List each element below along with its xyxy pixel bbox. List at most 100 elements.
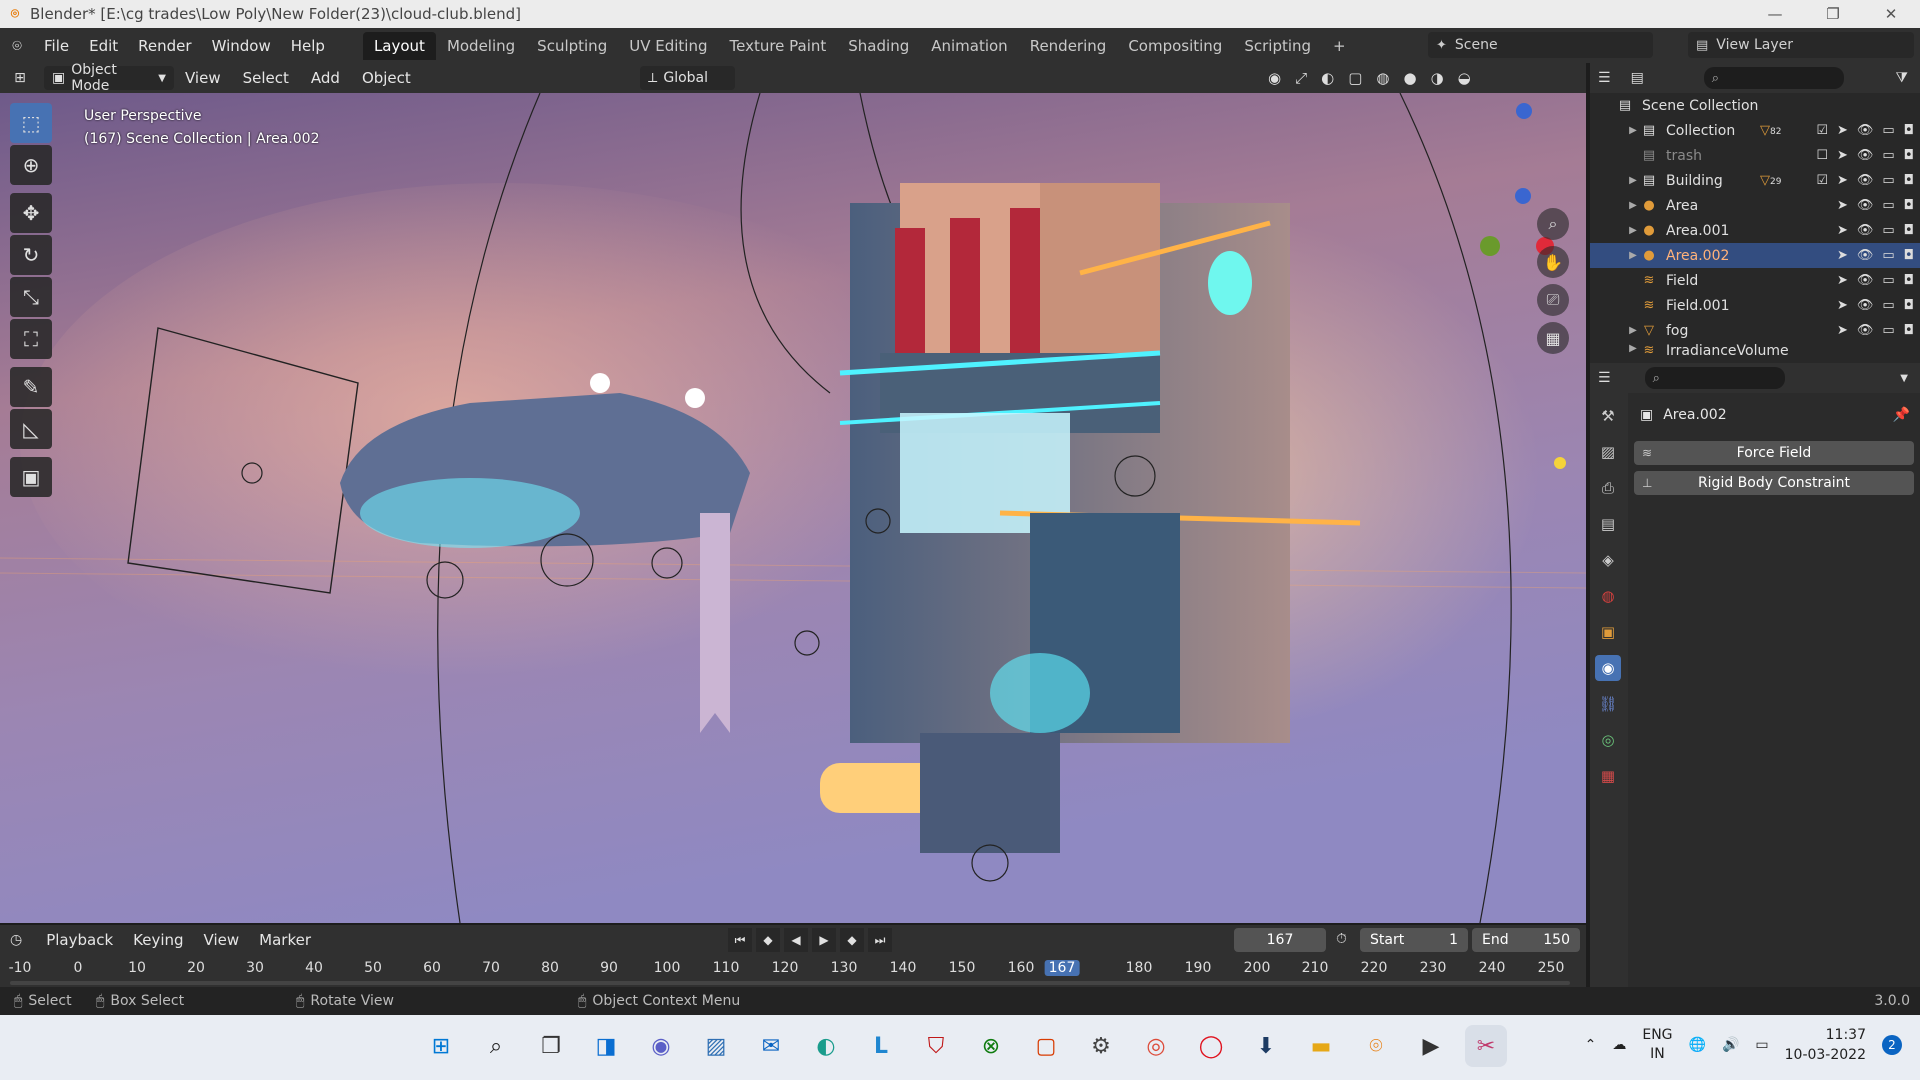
- play-icon[interactable]: ▶: [812, 928, 836, 952]
- eye-icon[interactable]: 👁: [1857, 273, 1874, 288]
- select-arrow-icon[interactable]: ➤: [1837, 123, 1848, 138]
- task-view-icon[interactable]: ❐: [530, 1025, 572, 1067]
- installer-icon[interactable]: ⬇: [1245, 1025, 1287, 1067]
- monitor-icon[interactable]: ▭: [1882, 248, 1894, 263]
- tool-tab-icon[interactable]: ⚒: [1595, 403, 1621, 429]
- transform-tool-icon[interactable]: ⛶: [10, 319, 52, 359]
- gizmo-icon[interactable]: ⤢: [1295, 69, 1307, 87]
- blender-icon[interactable]: ⌾: [1355, 1025, 1397, 1067]
- material-shading-icon[interactable]: ◑: [1431, 69, 1444, 87]
- mode-dropdown[interactable]: ▣ Object Mode ▼: [44, 62, 174, 94]
- play-reverse-icon[interactable]: ◀: [784, 928, 808, 952]
- jump-end-icon[interactable]: ⏭: [868, 928, 892, 952]
- eye-icon[interactable]: 👁: [1857, 173, 1874, 188]
- tab-animation[interactable]: Animation: [920, 32, 1018, 60]
- teams-chat-icon[interactable]: ◉: [640, 1025, 682, 1067]
- properties-search-input[interactable]: ⌕: [1644, 367, 1785, 389]
- cursor-tool-icon[interactable]: ⊕: [10, 145, 52, 185]
- playhead-frame[interactable]: 167: [1044, 960, 1080, 976]
- chrome-icon[interactable]: ◎: [1135, 1025, 1177, 1067]
- menu-render[interactable]: Render: [128, 37, 201, 55]
- volume-icon[interactable]: 🔊: [1722, 1037, 1739, 1053]
- camera-icon[interactable]: ◘: [1904, 273, 1914, 288]
- eye-icon[interactable]: 👁: [1857, 223, 1874, 238]
- menu-object[interactable]: Object: [351, 69, 422, 87]
- output-tab-icon[interactable]: ⎙: [1595, 475, 1621, 501]
- timeline-ruler[interactable]: -10 0 10 20 30 40 50 60 70 80 90 100 110…: [0, 957, 1586, 979]
- expand-arrow-icon[interactable]: ▶: [1626, 200, 1640, 211]
- outliner-row-building[interactable]: ▶ ▤ Building ▽29 ☑ ➤ 👁 ▭ ◘: [1590, 168, 1920, 193]
- outliner-root[interactable]: ▤ Scene Collection: [1590, 93, 1920, 118]
- l-app-icon[interactable]: L: [860, 1025, 902, 1067]
- checkbox-icon[interactable]: ☐: [1816, 148, 1828, 163]
- solid-shading-icon[interactable]: ●: [1403, 69, 1416, 87]
- photos-icon[interactable]: ▨: [695, 1025, 737, 1067]
- edge-browser-icon[interactable]: ◐: [805, 1025, 847, 1067]
- menu-marker[interactable]: Marker: [249, 931, 321, 949]
- blender-menu-icon[interactable]: ⌾: [0, 36, 34, 56]
- render-tab-icon[interactable]: ▨: [1595, 439, 1621, 465]
- tab-layout[interactable]: Layout: [362, 31, 436, 60]
- chevron-up-icon[interactable]: ⌃: [1585, 1037, 1597, 1053]
- camera-icon[interactable]: ◘: [1904, 298, 1914, 313]
- monitor-icon[interactable]: ▭: [1882, 173, 1894, 188]
- mcafee-icon[interactable]: ⛉: [915, 1025, 957, 1067]
- menu-add[interactable]: Add: [300, 69, 351, 87]
- expand-arrow-icon[interactable]: ▶: [1626, 175, 1640, 186]
- zoom-icon[interactable]: ⌕: [1537, 208, 1569, 240]
- snipping-tool-icon[interactable]: ✂: [1465, 1025, 1507, 1067]
- tab-sculpting[interactable]: Sculpting: [526, 32, 618, 60]
- mail-icon[interactable]: ✉: [750, 1025, 792, 1067]
- outliner-row-field[interactable]: ≋ Field ➤ 👁 ▭ ◘: [1590, 268, 1920, 293]
- overlay-icon[interactable]: ◐: [1321, 69, 1334, 87]
- select-arrow-icon[interactable]: ➤: [1837, 148, 1848, 163]
- eye-icon[interactable]: 👁: [1857, 323, 1874, 338]
- tab-rendering[interactable]: Rendering: [1019, 32, 1118, 60]
- display-mode-icon[interactable]: ▤: [1631, 70, 1644, 86]
- file-explorer-icon[interactable]: ▬: [1300, 1025, 1342, 1067]
- stopwatch-icon[interactable]: ⏱: [1336, 931, 1347, 947]
- transform-orientation-dropdown[interactable]: ⟂ Global: [640, 66, 735, 90]
- notification-badge[interactable]: 2: [1882, 1035, 1902, 1055]
- outliner-search-input[interactable]: ⌕: [1703, 67, 1844, 89]
- force-field-button[interactable]: ≋ Force Field: [1634, 441, 1914, 465]
- camera-icon[interactable]: ◘: [1904, 123, 1914, 138]
- scene-tab-icon[interactable]: ◈: [1595, 547, 1621, 573]
- select-arrow-icon[interactable]: ➤: [1837, 248, 1848, 263]
- clock[interactable]: 11:37 10-03-2022: [1785, 1025, 1866, 1065]
- rotate-tool-icon[interactable]: ↻: [10, 235, 52, 275]
- filter-icon[interactable]: ⧩: [1896, 70, 1909, 86]
- visibility-icon[interactable]: ◉: [1268, 69, 1281, 87]
- object-tab-icon[interactable]: ▣: [1595, 619, 1621, 645]
- camera-icon[interactable]: ◘: [1904, 248, 1914, 263]
- tab-modeling[interactable]: Modeling: [436, 32, 526, 60]
- office-icon[interactable]: ▢: [1025, 1025, 1067, 1067]
- eye-icon[interactable]: 👁: [1857, 198, 1874, 213]
- pin-icon[interactable]: 📌: [1893, 407, 1910, 423]
- checkbox-icon[interactable]: ☑: [1816, 173, 1828, 188]
- outliner-row-fog[interactable]: ▶ ▽ fog ➤ 👁 ▭ ◘: [1590, 318, 1920, 343]
- measure-tool-icon[interactable]: ◺: [10, 409, 52, 449]
- rendered-shading-icon[interactable]: ◒: [1458, 69, 1471, 87]
- editor-type-icon[interactable]: ⊞: [0, 70, 40, 86]
- monitor-icon[interactable]: ▭: [1882, 298, 1894, 313]
- language-indicator[interactable]: ENG IN: [1642, 1026, 1672, 1064]
- outliner-editor-icon[interactable]: ☰: [1598, 70, 1611, 86]
- pan-hand-icon[interactable]: ✋: [1537, 246, 1569, 278]
- rigid-body-constraint-button[interactable]: ⊥ Rigid Body Constraint: [1634, 471, 1914, 495]
- camera-view-icon[interactable]: ⎚: [1537, 284, 1569, 316]
- monitor-icon[interactable]: ▭: [1882, 148, 1894, 163]
- menu-help[interactable]: Help: [281, 37, 335, 55]
- camera-icon[interactable]: ◘: [1904, 148, 1914, 163]
- tab-scripting[interactable]: Scripting: [1233, 32, 1322, 60]
- menu-playback[interactable]: Playback: [36, 931, 123, 949]
- menu-file[interactable]: File: [34, 37, 79, 55]
- outliner-row-area-001[interactable]: ▶ ● Area.001 ➤ 👁 ▭ ◘: [1590, 218, 1920, 243]
- object-data-tab-icon[interactable]: ◎: [1595, 727, 1621, 753]
- menu-view[interactable]: View: [174, 69, 232, 87]
- select-arrow-icon[interactable]: ➤: [1837, 173, 1848, 188]
- outliner-row-field-001[interactable]: ≋ Field.001 ➤ 👁 ▭ ◘: [1590, 293, 1920, 318]
- constraints-tab-icon[interactable]: ⛓: [1595, 691, 1621, 717]
- monitor-icon[interactable]: ▭: [1882, 273, 1894, 288]
- settings-gear-icon[interactable]: ⚙: [1080, 1025, 1122, 1067]
